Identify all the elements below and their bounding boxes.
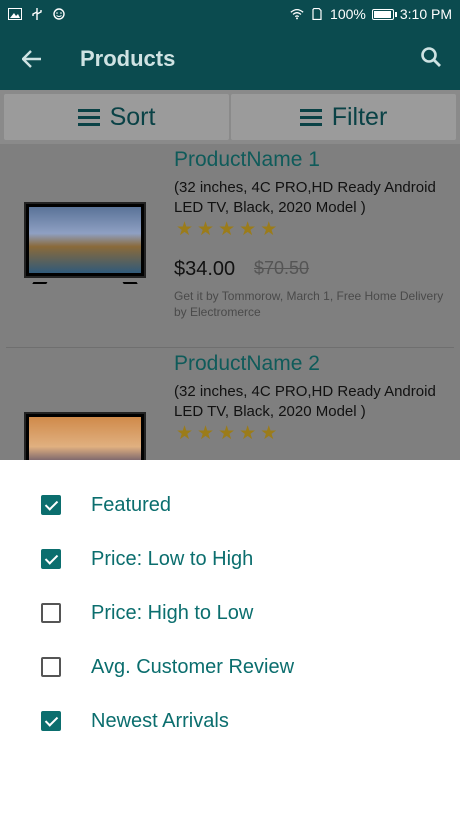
star-icon: ★ — [239, 218, 257, 240]
status-bar: 100% 3:10 PM — [0, 0, 460, 28]
sort-button[interactable]: Sort — [4, 94, 229, 140]
sort-option-label: Price: Low to High — [91, 547, 254, 570]
sort-option-price-high-low[interactable]: Price: High to Low — [0, 586, 460, 640]
product-image — [24, 202, 146, 284]
rating-stars: ★ ★ ★ ★ ★ — [176, 218, 277, 240]
product-card[interactable]: ProductName 2 (32 inches, 4C PRO,HD Read… — [6, 348, 454, 460]
app-bar: Products — [0, 28, 460, 90]
product-old-price: $70.50 — [254, 258, 310, 278]
back-button[interactable] — [0, 28, 64, 90]
sort-option-featured[interactable]: Featured — [0, 478, 460, 532]
star-icon: ★ — [260, 422, 278, 444]
star-icon: ★ — [176, 422, 194, 444]
sort-option-newest-arrivals[interactable]: Newest Arrivals — [0, 694, 460, 748]
search-icon — [421, 47, 441, 67]
menu-icon — [299, 109, 322, 126]
checkbox[interactable] — [41, 711, 61, 731]
checkbox[interactable] — [41, 495, 61, 515]
sort-option-label: Avg. Customer Review — [91, 655, 295, 678]
sort-option-label: Price: High to Low — [91, 601, 254, 624]
sort-option-label: Newest Arrivals — [91, 709, 229, 732]
battery-percent: 100% — [330, 6, 366, 22]
checkbox[interactable] — [41, 657, 61, 677]
product-list: ProductName 1 (32 inches, 4C PRO,HD Read… — [0, 144, 460, 460]
usb-icon — [32, 8, 42, 20]
wifi-icon — [290, 8, 304, 20]
page-title: Products — [80, 46, 176, 71]
star-icon: ★ — [239, 422, 257, 444]
sim-icon — [312, 8, 322, 20]
menu-icon — [77, 109, 100, 126]
filter-label: Filter — [331, 102, 388, 131]
product-card[interactable]: ProductName 1 (32 inches, 4C PRO,HD Read… — [6, 144, 454, 348]
star-icon: ★ — [218, 218, 236, 240]
sort-option-price-low-high[interactable]: Price: Low to High — [0, 532, 460, 586]
clock: 3:10 PM — [399, 6, 452, 22]
checkbox[interactable] — [41, 603, 61, 623]
star-icon: ★ — [218, 422, 236, 444]
search-button[interactable] — [420, 46, 446, 72]
delivery-info: Get it by Tommorow, March 1, Free Home D… — [174, 289, 444, 319]
star-icon: ★ — [176, 218, 194, 240]
product-image — [24, 412, 146, 460]
star-icon: ★ — [197, 218, 215, 240]
rating-stars: ★ ★ ★ ★ ★ — [176, 422, 277, 444]
product-name: ProductName 2 — [174, 352, 320, 375]
sort-filter-bar: Sort Filter — [0, 90, 460, 144]
status-left-icons — [8, 8, 66, 20]
star-icon: ★ — [260, 218, 278, 240]
arrow-left-icon — [22, 50, 41, 68]
product-name: ProductName 1 — [174, 148, 320, 171]
sort-option-label: Featured — [91, 493, 172, 516]
face-icon — [53, 8, 65, 20]
sort-label: Sort — [109, 102, 156, 131]
product-description: (32 inches, 4C PRO,HD Ready Android LED … — [174, 179, 436, 216]
product-description: (32 inches, 4C PRO,HD Ready Android LED … — [174, 383, 436, 420]
sort-options-sheet: Featured Price: Low to High Price: High … — [0, 460, 460, 818]
battery-icon — [371, 8, 397, 20]
image-icon — [8, 8, 22, 20]
product-price: $34.00 — [174, 258, 236, 280]
star-icon: ★ — [197, 422, 215, 444]
filter-button[interactable]: Filter — [231, 94, 456, 140]
sort-option-customer-review[interactable]: Avg. Customer Review — [0, 640, 460, 694]
status-right-icons: 100% 3:10 PM — [290, 6, 452, 22]
checkbox[interactable] — [41, 549, 61, 569]
